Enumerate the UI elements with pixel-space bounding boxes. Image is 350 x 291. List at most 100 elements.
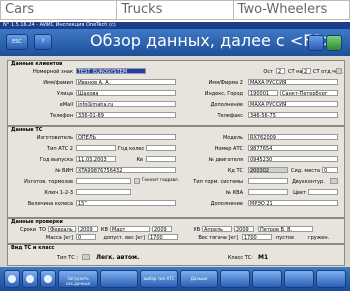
- zip-field[interactable]: 190001: [248, 90, 278, 96]
- key-field[interactable]: [76, 189, 131, 195]
- window-title: N° 1.5.16.24 - АИИС Инспекция OneTech (c…: [0, 22, 350, 29]
- atc-field[interactable]: 9877654: [248, 145, 338, 151]
- blank-button-5[interactable]: [316, 270, 346, 288]
- surname-field[interactable]: Иванов А. А.: [76, 79, 176, 85]
- kva-label: № КВА: [225, 190, 243, 196]
- hydraulic-label: Геназет гидравл.: [142, 177, 179, 182]
- customer-no-label: Номерной знак: [32, 69, 73, 75]
- street-field[interactable]: Шахова: [76, 90, 176, 96]
- vehicle-type-label: Тип ТС :: [57, 255, 78, 261]
- vehicle-class-value: M1: [258, 254, 269, 261]
- email-label: eMail: [59, 102, 73, 108]
- pos-label: Ост: [263, 69, 273, 75]
- kb-month-select[interactable]: Март: [110, 226, 150, 232]
- color-field[interactable]: [308, 189, 338, 195]
- permissible-weight-field[interactable]: 1700: [148, 234, 178, 240]
- vehicle-type-spinner[interactable]: [82, 254, 90, 260]
- ub-year-select[interactable]: 2009: [234, 226, 254, 232]
- type-label: Тип АТС 2: [47, 146, 73, 152]
- kw-label: Кв: [136, 157, 144, 163]
- inspector-select[interactable]: Петров В. В.: [258, 226, 313, 232]
- footer-toolbar: Загрузить сох.данные выбор тип АТС Дальш…: [0, 267, 350, 291]
- tab-bar: Cars Trucks Two-Wheelers: [0, 0, 350, 20]
- vehicle-class-label: Класс ТС:: [227, 255, 253, 261]
- header: ESC ? Обзор данных, далее с <F3>: [0, 29, 350, 56]
- vehicle-section-title: Данные ТС: [11, 127, 43, 133]
- type-field[interactable]: [76, 145, 116, 151]
- green-button[interactable]: [326, 35, 342, 51]
- ct-field[interactable]: 2: [302, 68, 311, 74]
- ts-code-field[interactable]: 200302: [248, 167, 288, 173]
- brake-system-field[interactable]: [248, 178, 288, 184]
- blank-button-3[interactable]: [252, 270, 282, 288]
- ub-label: УВ: [193, 227, 200, 233]
- kva-field[interactable]: [248, 189, 288, 195]
- brake-maker-label: Изготов. тормозов: [24, 179, 73, 185]
- supp-label: Дополнение: [210, 102, 243, 108]
- engine-field[interactable]: 0945230: [248, 156, 338, 162]
- maker-field[interactable]: ОПЕЛЬ: [76, 134, 176, 140]
- refresh-button[interactable]: [40, 270, 56, 288]
- kw-field[interactable]: [146, 156, 176, 162]
- firm-field[interactable]: МАХА РУССИЯ: [248, 79, 338, 85]
- check-section: Данные проверки Сроки ТО Февраль 2009 КВ…: [7, 218, 345, 244]
- next-button[interactable]: Дальше: [180, 270, 218, 288]
- city-field[interactable]: Санкт-Петербург: [280, 90, 338, 96]
- phone-field[interactable]: 336-01-89: [76, 112, 176, 118]
- ct-label: СТ на: [288, 69, 303, 75]
- tab-two-wheelers[interactable]: Two-Wheelers: [234, 1, 349, 19]
- load-data-button[interactable]: Загрузить сох.данные: [58, 270, 98, 288]
- tel2-label: Телефакс: [217, 113, 243, 119]
- tel2-field[interactable]: 346-56-75: [248, 112, 338, 118]
- page-title: Обзор данных, далее с <F3>: [90, 31, 337, 50]
- model-field[interactable]: RX762009: [248, 134, 338, 140]
- ub-month-select[interactable]: Апрель: [202, 226, 232, 232]
- vehicle-class-section: Вид ТС и класс Тип ТС : Легк. автом. Кла…: [7, 244, 345, 266]
- dual-circuit-dropdown[interactable]: [330, 178, 338, 184]
- ct2-label: СТ отд.чел.: [313, 69, 343, 75]
- select-type-button[interactable]: выбор тип АТС: [140, 270, 178, 288]
- color-label: Цвет: [293, 190, 306, 196]
- zip-label: Индекс, Город: [204, 91, 243, 97]
- blank-button-4[interactable]: [284, 270, 314, 288]
- minimize-button[interactable]: [308, 35, 324, 51]
- vehicle-class-title: Вид ТС и класс: [11, 245, 55, 251]
- loaded-radio-label[interactable]: гружен.: [308, 235, 338, 241]
- wheel-size-field[interactable]: 15": [76, 200, 176, 206]
- email-field[interactable]: info@maha.ru: [76, 101, 176, 107]
- year-field[interactable]: 11.03.2003: [76, 156, 116, 162]
- vehicle-supp-field[interactable]: МРЭО 21: [248, 200, 338, 206]
- to-month-select[interactable]: Февраль: [48, 226, 76, 232]
- wheel-year-field[interactable]: [146, 145, 176, 151]
- client-section: Данные клиентов Номерной знак TEST_EUROS…: [7, 60, 345, 126]
- home-button[interactable]: [22, 270, 38, 288]
- app-window: N° 1.5.16.24 - АИИС Инспекция OneTech (c…: [0, 22, 350, 291]
- blank-button-1[interactable]: [100, 270, 138, 288]
- back-button[interactable]: [4, 270, 20, 288]
- brake-maker-field[interactable]: [76, 178, 131, 184]
- info-button[interactable]: ?: [34, 34, 52, 50]
- customer-no-field[interactable]: TEST_EUROSYSTEM: [76, 68, 146, 74]
- blank-button-2[interactable]: [220, 270, 250, 288]
- esc-button[interactable]: ESC: [6, 34, 28, 50]
- period-label: Сроки: [20, 227, 36, 233]
- pos-field[interactable]: 2: [276, 68, 285, 74]
- hydraulic-checkbox[interactable]: [134, 178, 140, 184]
- to-year-select[interactable]: 2009: [78, 226, 98, 232]
- maker-label: Изготовитель: [36, 135, 73, 141]
- tow-weight-field[interactable]: 1700: [242, 234, 272, 240]
- supp-field[interactable]: МАХА РУССИЯ: [248, 101, 338, 107]
- seats-field[interactable]: 0: [322, 167, 338, 173]
- tab-cars[interactable]: Cars: [1, 1, 118, 19]
- wheel-year-label: Год колес: [118, 146, 145, 152]
- ct2-checkbox[interactable]: [336, 68, 342, 74]
- vin-field[interactable]: XTA99876756432: [76, 167, 176, 173]
- vehicle-type-value: Легк. автом.: [96, 254, 140, 261]
- model-label: Модель: [222, 135, 243, 141]
- street-label: Улица: [57, 91, 73, 97]
- tab-trucks[interactable]: Trucks: [117, 1, 234, 19]
- kb-year-select[interactable]: 2009: [152, 226, 172, 232]
- mass-field[interactable]: 0: [76, 234, 96, 240]
- wheel-size-label: Величина колеса: [27, 201, 73, 207]
- empty-radio-label[interactable]: пустое: [276, 235, 304, 241]
